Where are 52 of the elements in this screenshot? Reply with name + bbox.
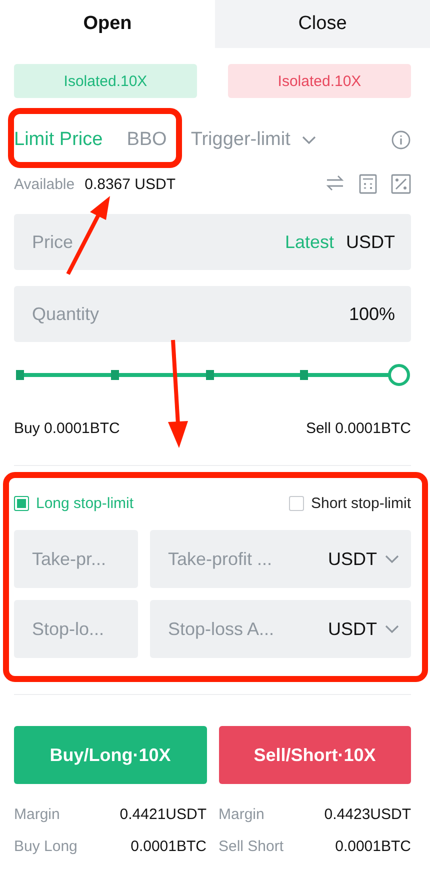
info-label: Buy Long [14,838,78,854]
percent-icon[interactable] [391,174,411,194]
calculator-icon[interactable] [359,174,377,194]
info-label: Margin [14,806,60,822]
trigger-price-input[interactable]: Take-pr... [30,548,126,570]
order-button[interactable]: Sell/Short·10X [218,726,411,784]
latest-price-link[interactable]: Latest [284,232,334,252]
trigger-price-input[interactable]: Stop-lo... [30,618,126,640]
unit-label: USDT [328,618,377,640]
amount-input[interactable]: Stop-loss A... [166,618,320,640]
info-value: 0.4421USDT [120,806,206,822]
slider-step[interactable] [206,370,214,380]
order-type-tab[interactable]: Limit Price [14,129,103,151]
unit-label: USDT [346,232,395,252]
available-label: Available [14,176,75,192]
unit-label: USDT [328,548,377,570]
sell-amount: Sell 0.0001BTC [306,420,411,437]
quantity-field[interactable]: Quantity 100% [14,286,411,342]
info-icon[interactable] [391,130,411,150]
price-field[interactable]: Price Latest USDT [14,214,411,270]
slider-step[interactable] [110,370,119,380]
price-input[interactable]: Price [30,230,285,254]
info-label: Sell Short [218,838,284,854]
amount-field[interactable]: Take-profit ... USDT [150,530,411,588]
order-type-tab[interactable]: BBO [126,129,167,151]
quantity-percent: 100% [348,304,395,324]
chevron-down-icon [385,554,399,564]
available-value: 0.8367 USDT [84,176,176,192]
info-label: Margin [218,806,264,822]
trigger-price-field[interactable]: Stop-lo... [14,600,138,658]
quantity-slider[interactable] [14,364,411,386]
info-value: 0.0001BTC [335,838,411,854]
chevron-down-icon [385,624,399,634]
slider-thumb[interactable] [388,364,410,386]
quantity-input[interactable]: Quantity [30,302,349,326]
buy-amount: Buy 0.0001BTC [14,420,120,437]
order-button[interactable]: Buy/Long·10X [14,726,206,784]
swap-icon[interactable] [325,174,345,192]
stop-limit-checkbox[interactable]: Short stop-limit [288,494,411,512]
slider-step[interactable] [300,370,308,380]
leverage-button[interactable]: Isolated.10X [14,64,197,98]
chevron-down-icon [302,136,316,144]
order-type-tab[interactable]: Trigger-limit [190,129,316,151]
trigger-price-field[interactable]: Take-pr... [14,530,138,588]
stop-limit-checkbox[interactable]: Long stop-limit [14,494,134,512]
amount-field[interactable]: Stop-loss A... USDT [150,600,411,658]
leverage-button[interactable]: Isolated.10X [228,64,411,98]
info-value: 0.0001BTC [130,838,206,854]
info-value: 0.4423USDT [324,806,411,822]
tab[interactable]: Close [215,0,430,48]
slider-step[interactable] [16,370,24,380]
amount-input[interactable]: Take-profit ... [166,548,320,570]
